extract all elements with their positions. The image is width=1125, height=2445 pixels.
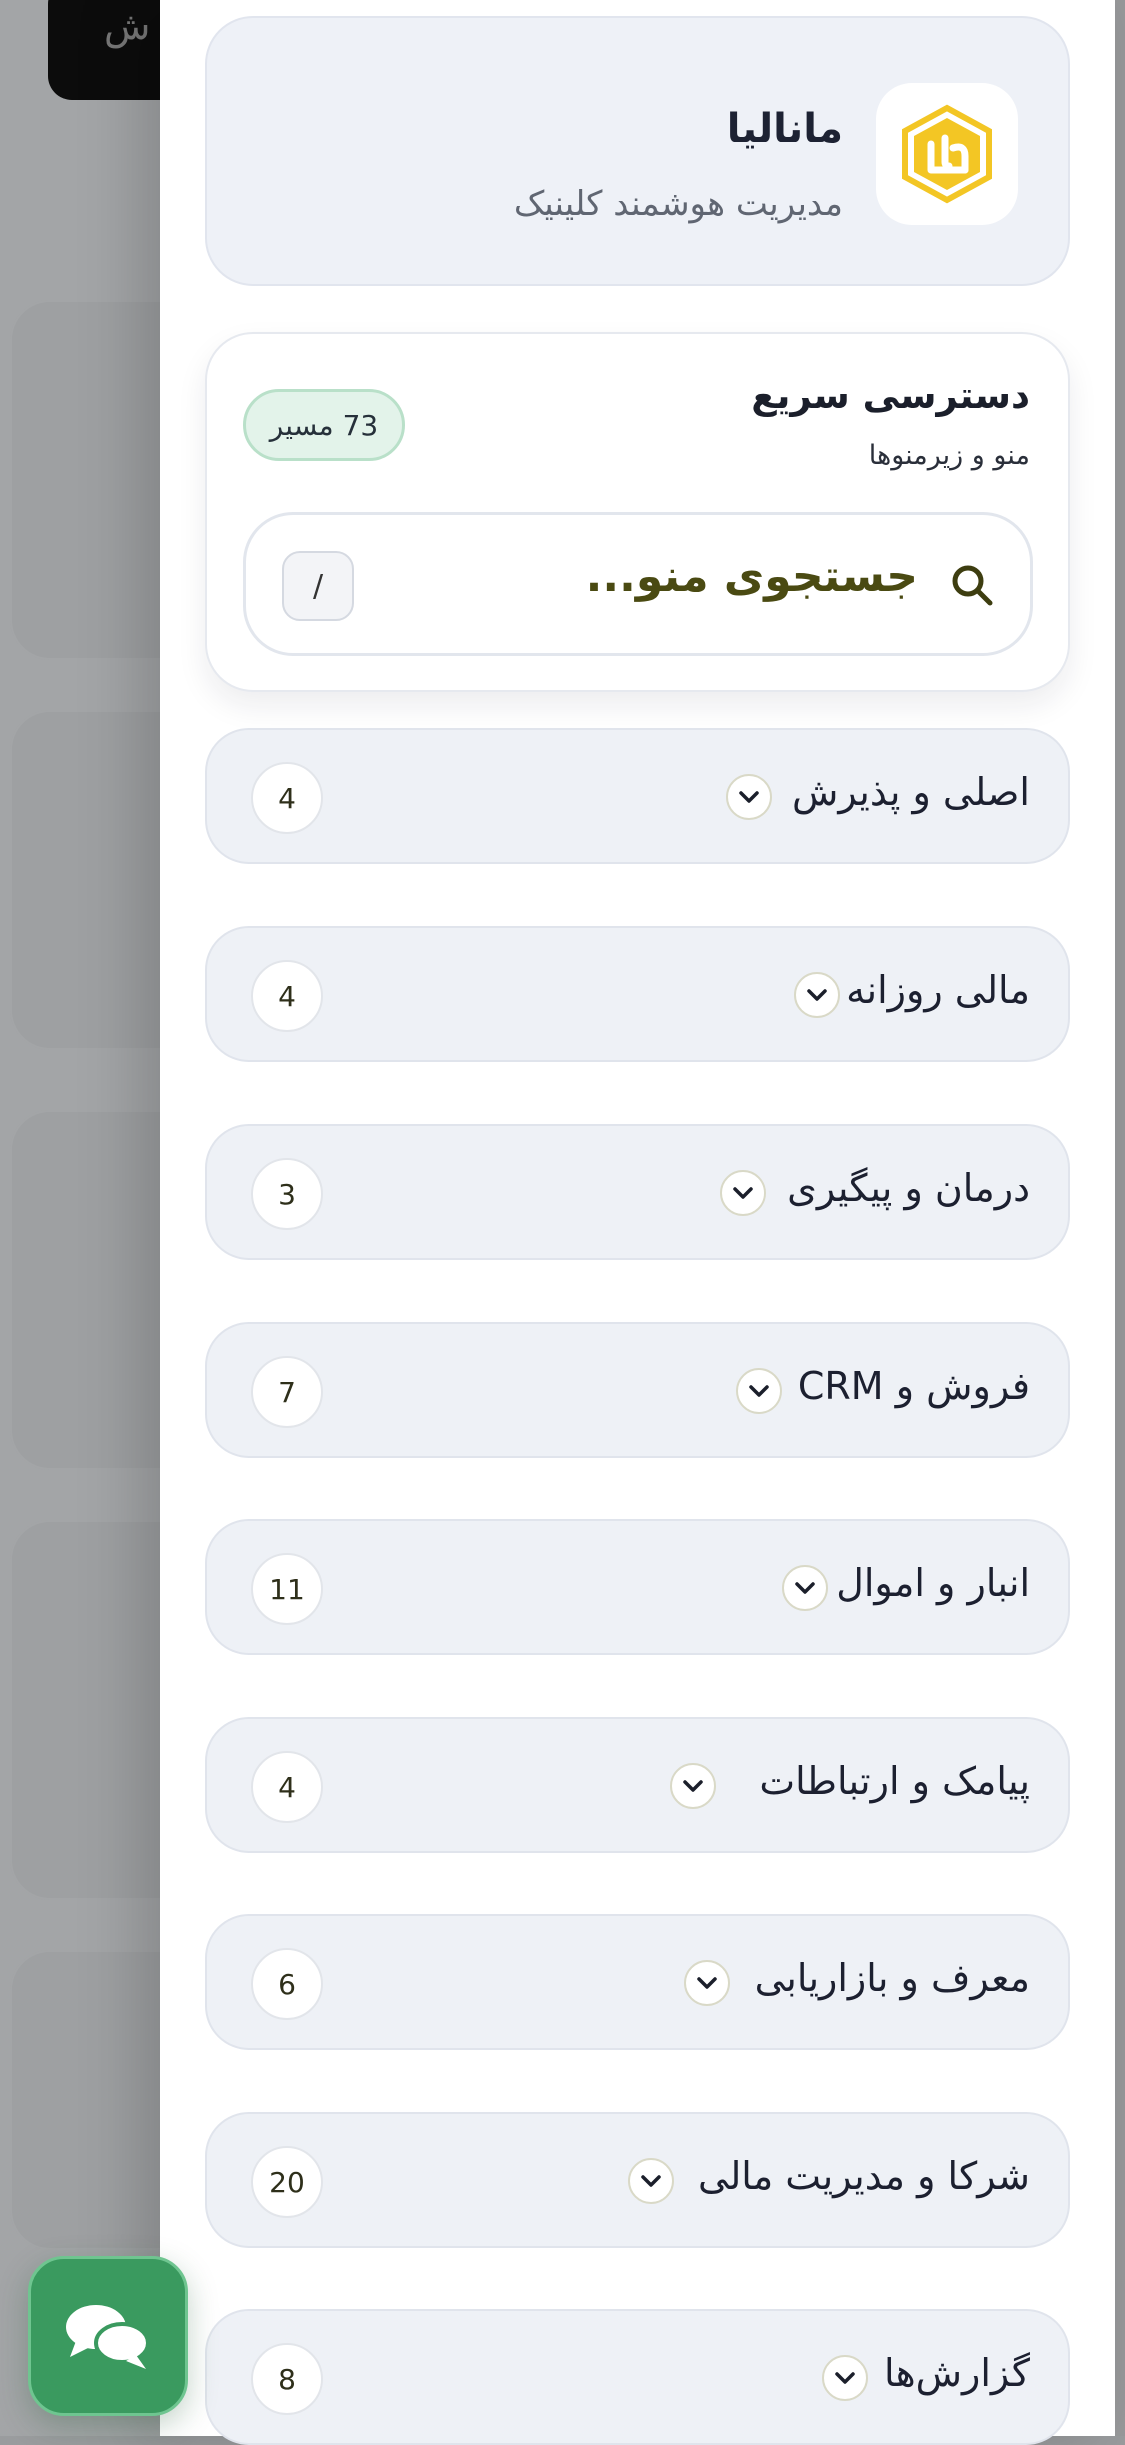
routes-count-badge: 73 مسیر: [243, 389, 405, 461]
section-label: درمان و پیگیری: [787, 1166, 1030, 1210]
brand-logo-icon: [876, 83, 1018, 225]
background-pill-text: ش: [104, 4, 151, 48]
section-count-badge: 4: [251, 1751, 323, 1823]
search-icon: [952, 565, 993, 606]
menu-section-sms-communications[interactable]: پیامک و ارتباطات 4: [205, 1717, 1070, 1853]
section-count-badge: 6: [251, 1948, 323, 2020]
section-label: اصلی و پذیرش: [791, 770, 1030, 814]
chevron-down-icon[interactable]: [822, 2355, 868, 2401]
section-label: معرف و بازاریابی: [754, 1956, 1030, 2000]
chevron-down-icon[interactable]: [794, 972, 840, 1018]
section-count-badge: 7: [251, 1356, 323, 1428]
chevron-down-icon[interactable]: [684, 1960, 730, 2006]
brand-header: مانالیا مدیریت هوشمند کلینیک: [205, 16, 1070, 286]
navigation-drawer: مانالیا مدیریت هوشمند کلینیک دسترسی سریع…: [160, 0, 1115, 2445]
chat-button[interactable]: [28, 2256, 188, 2416]
quick-access-title: دسترسی سریع: [751, 374, 1030, 417]
quick-access-subtitle: منو و زیرمنوها: [868, 440, 1030, 471]
section-label: مالی روزانه: [846, 968, 1030, 1012]
section-count-badge: 11: [251, 1553, 323, 1625]
search-shortcut-key: /: [282, 551, 354, 621]
menu-section-inventory-assets[interactable]: انبار و اموال 11: [205, 1519, 1070, 1655]
section-count-badge: 20: [251, 2146, 323, 2218]
quick-access-card: دسترسی سریع منو و زیرمنوها 73 مسیر جستجو…: [205, 332, 1070, 692]
section-count-badge: 3: [251, 1158, 323, 1230]
menu-section-partners-finance[interactable]: شرکا و مدیریت مالی 20: [205, 2112, 1070, 2248]
menu-section-main-reception[interactable]: اصلی و پذیرش 4: [205, 728, 1070, 864]
menu-section-reports[interactable]: گزارش‌ها 8: [205, 2309, 1070, 2445]
menu-section-daily-finance[interactable]: مالی روزانه 4: [205, 926, 1070, 1062]
section-count-badge: 4: [251, 762, 323, 834]
menu-section-referral-marketing[interactable]: معرف و بازاریابی 6: [205, 1914, 1070, 2050]
chevron-down-icon[interactable]: [726, 774, 772, 820]
brand-subtitle: مدیریت هوشمند کلینیک: [513, 184, 843, 224]
chevron-down-icon[interactable]: [720, 1170, 766, 1216]
chevron-down-icon[interactable]: [736, 1368, 782, 1414]
chat-bubbles-icon: [66, 2305, 150, 2369]
chevron-down-icon[interactable]: [782, 1565, 828, 1611]
section-label: شرکا و مدیریت مالی: [698, 2154, 1030, 2198]
section-count-badge: 8: [251, 2343, 323, 2415]
menu-search-input[interactable]: جستجوی منو... /: [243, 512, 1033, 656]
section-label: پیامک و ارتباطات: [759, 1759, 1030, 1803]
chevron-down-icon[interactable]: [670, 1763, 716, 1809]
section-label: گزارش‌ها: [884, 2351, 1030, 2395]
chevron-down-icon[interactable]: [628, 2158, 674, 2204]
brand-name: مانالیا: [726, 106, 843, 152]
section-label: فروش و CRM: [797, 1364, 1030, 1408]
search-placeholder: جستجوی منو...: [585, 551, 918, 602]
section-label: انبار و اموال: [836, 1561, 1030, 1605]
menu-section-treatment-followup[interactable]: درمان و پیگیری 3: [205, 1124, 1070, 1260]
section-count-badge: 4: [251, 960, 323, 1032]
menu-section-sales-crm[interactable]: فروش و CRM 7: [205, 1322, 1070, 1458]
